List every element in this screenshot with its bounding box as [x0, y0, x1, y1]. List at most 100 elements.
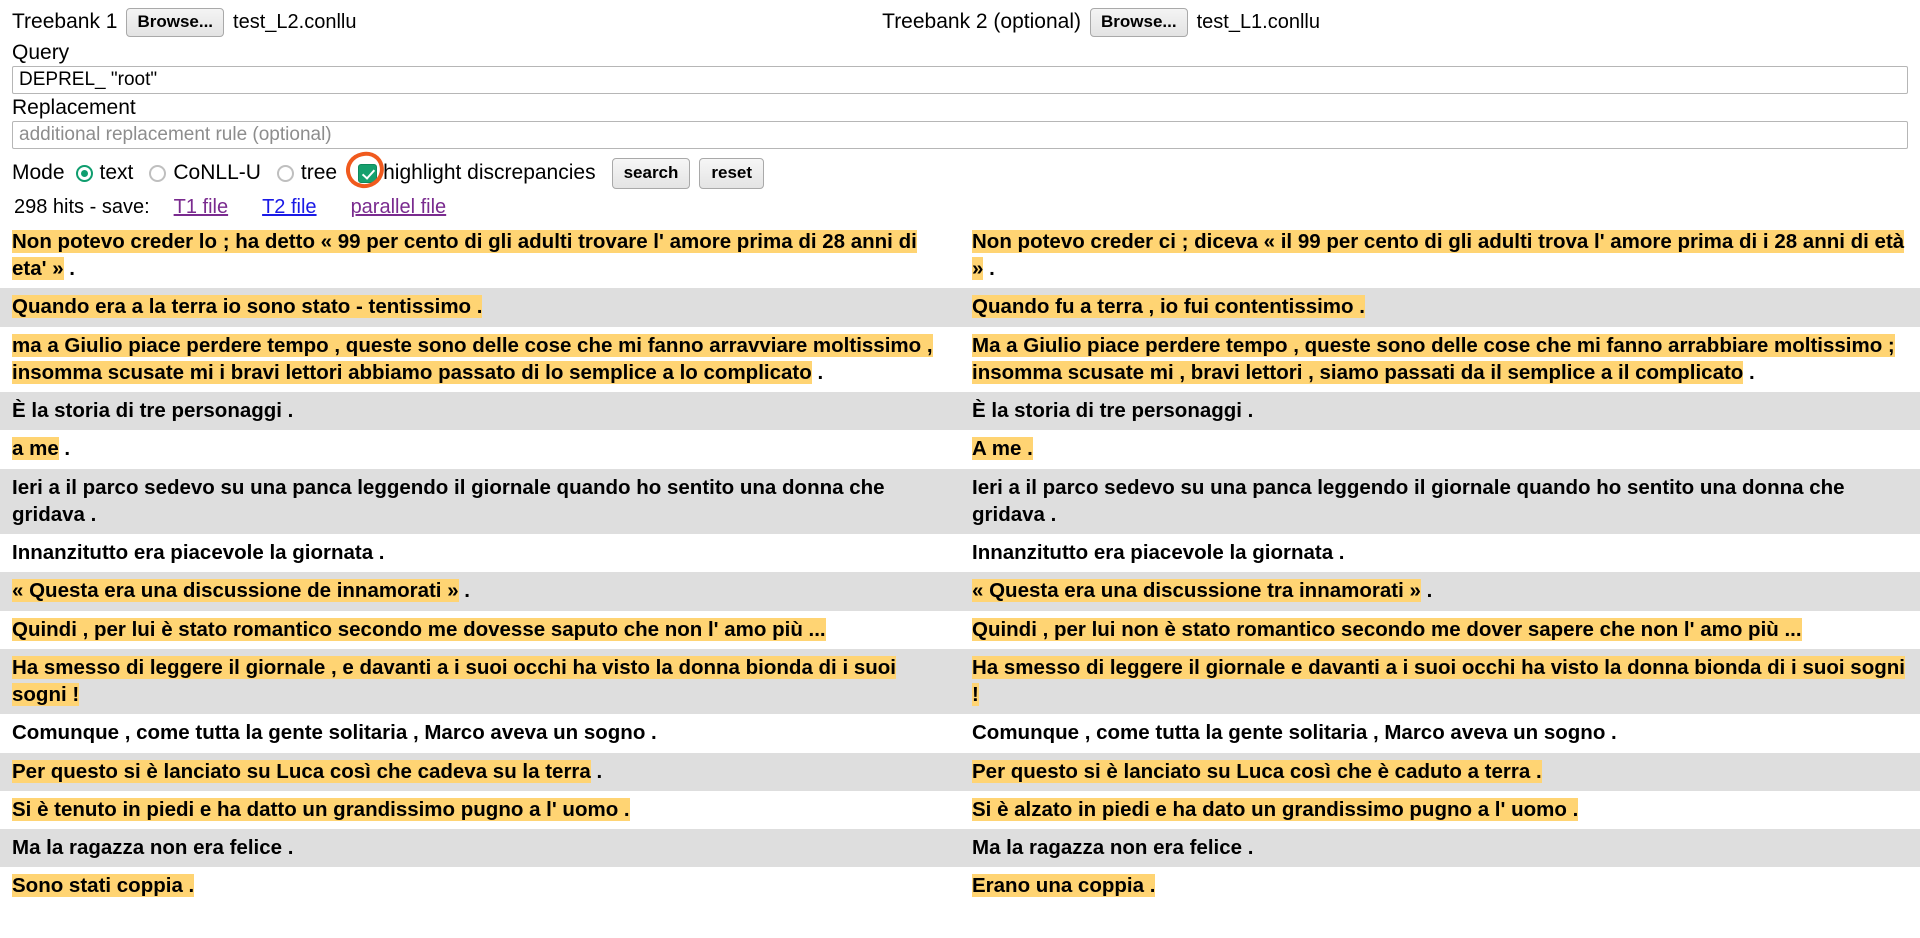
treebank2-sentence-cell: Innanzitutto era piacevole la giornata .: [960, 534, 1920, 572]
mode-option-tree-label: tree: [300, 161, 338, 185]
sentence-text: Comunque , come tutta la gente solitaria…: [12, 721, 657, 745]
sentence-text: Innanzitutto era piacevole la giornata .: [972, 541, 1345, 565]
mode-option-conllu[interactable]: CoNLL-U: [149, 161, 261, 185]
discrepancy-highlight: Ha smesso di leggere il giornale , e dav…: [12, 655, 896, 707]
discrepancy-highlight: ma a Giulio piace perdere tempo , queste…: [12, 333, 933, 384]
mode-option-conllu-label: CoNLL-U: [173, 161, 261, 185]
sentence-text: .: [811, 360, 824, 384]
sentence-text: .: [1743, 360, 1755, 384]
treebank1-sentence-cell: « Questa era una discussione de innamora…: [0, 572, 960, 610]
table-row: Quindi , per lui è stato romantico secon…: [0, 610, 1920, 649]
treebank1-sentence-cell: Ma la ragazza non era felice .: [0, 829, 960, 867]
treebank1-sentence-cell: Per questo si è lanciato su Luca così ch…: [0, 753, 960, 791]
table-row: Non potevo creder lo ; ha detto « 99 per…: [0, 222, 1920, 289]
mode-row: Mode text CoNLL-U tree highlight discrep…: [0, 148, 1920, 193]
treebank2-sentence-cell: Quindi , per lui non è stato romantico s…: [960, 611, 1920, 649]
discrepancy-highlight: Non potevo creder lo ; ha detto « 99 per…: [12, 229, 917, 281]
highlight-discrepancies-label: highlight discrepancies: [383, 161, 596, 185]
sentence-text: .: [458, 579, 471, 603]
sentence-text: .: [590, 759, 603, 783]
table-row: Sono stati coppia . Erano una coppia .: [0, 867, 1920, 906]
treebank1-sentence-cell: Ieri a il parco sedevo su una panca legg…: [0, 469, 960, 535]
save-link-parallel-file[interactable]: parallel file: [351, 196, 447, 219]
treebank2-sentence-cell: Comunque , come tutta la gente solitaria…: [960, 714, 1920, 752]
save-link-t2-file[interactable]: T2 file: [262, 196, 316, 219]
reset-button[interactable]: reset: [699, 157, 765, 189]
highlight-discrepancies-toggle[interactable]: highlight discrepancies: [342, 148, 596, 192]
radio-icon-tree[interactable]: [276, 164, 294, 182]
app-root: Treebank 1 Browse... test_L2.conllu Tree…: [0, 0, 1920, 938]
sentence-text: Ma la ragazza non era felice .: [972, 836, 1254, 860]
table-row: ma a Giulio piace perdere tempo , queste…: [0, 326, 1920, 393]
treebank2-sentence-cell: Ma la ragazza non era felice .: [960, 829, 1920, 867]
discrepancy-highlight: « Questa era una discussione de innamora…: [12, 579, 459, 603]
treebank2-sentence-cell: Ha smesso di leggere il giornale e davan…: [960, 649, 1920, 715]
table-row: a me . A me .: [0, 430, 1920, 469]
treebank2-sentence-cell: Ieri a il parco sedevo su una panca legg…: [960, 469, 1920, 535]
treebank-file-row: Treebank 1 Browse... test_L2.conllu Tree…: [0, 0, 1920, 39]
treebank2-sentence-cell: « Questa era una discussione tra innamor…: [960, 572, 1920, 610]
treebank1-sentence-cell: Si è tenuto in piedi e ha datto un grand…: [0, 791, 960, 829]
discrepancy-highlight: A me .: [972, 437, 1033, 461]
sentence-text: È la storia di tre personaggi .: [972, 399, 1254, 423]
replacement-input[interactable]: [12, 120, 1908, 149]
treebank2-sentence-cell: Erano una coppia .: [960, 867, 1920, 905]
discrepancy-highlight: Sono stati coppia .: [12, 874, 195, 898]
hits-count-text: 298 hits - save:: [14, 195, 150, 218]
replacement-label: Replacement: [12, 95, 136, 119]
sentence-text: Comunque , come tutta la gente solitaria…: [972, 721, 1617, 745]
table-row: Ieri a il parco sedevo su una panca legg…: [0, 468, 1920, 535]
table-row: Per questo si è lanciato su Luca così ch…: [0, 752, 1920, 791]
discrepancy-highlight: Quindi , per lui non è stato romantico s…: [972, 617, 1802, 641]
treebank2-group: Treebank 2 (optional) Browse... test_L1.…: [882, 8, 1320, 37]
results-table: Non potevo creder lo ; ha detto « 99 per…: [0, 222, 1920, 906]
treebank2-browse-button[interactable]: Browse...: [1089, 8, 1188, 37]
treebank2-sentence-cell: Ma a Giulio piace perdere tempo , queste…: [960, 327, 1920, 393]
save-link-t1-file[interactable]: T1 file: [174, 196, 228, 219]
treebank1-sentence-cell: Innanzitutto era piacevole la giornata .: [0, 534, 960, 572]
table-row: È la storia di tre personaggi . È la stor…: [0, 392, 1920, 431]
treebank1-sentence-cell: Ha smesso di leggere il giornale , e dav…: [0, 649, 960, 715]
table-row: Ha smesso di leggere il giornale , e dav…: [0, 648, 1920, 715]
sentence-text: .: [58, 437, 71, 461]
sentence-text: .: [63, 257, 76, 281]
hits-row: 298 hits - save: T1 file T2 file paralle…: [0, 193, 1920, 223]
discrepancy-highlight: Ma a Giulio piace perdere tempo , queste…: [972, 333, 1895, 384]
treebank2-filename: test_L1.conllu: [1196, 10, 1320, 33]
treebank2-sentence-cell: Si è alzato in piedi e ha dato un grandi…: [960, 791, 1920, 829]
treebank2-label: Treebank 2 (optional): [882, 10, 1081, 34]
radio-icon-text[interactable]: [75, 164, 93, 182]
radio-icon-conllu[interactable]: [149, 164, 167, 182]
table-row: « Questa era una discussione de innamora…: [0, 572, 1920, 611]
discrepancy-highlight: Quando era a la terra io sono stato - te…: [12, 295, 483, 319]
table-row: Quando era a la terra io sono stato - te…: [0, 288, 1920, 327]
discrepancy-highlight: Si è alzato in piedi e ha dato un grandi…: [972, 797, 1579, 821]
discrepancy-highlight: Per questo si è lanciato su Luca così ch…: [12, 759, 591, 783]
discrepancy-highlight: Quando fu a terra , io fui contentissimo…: [972, 295, 1365, 319]
treebank1-sentence-cell: Sono stati coppia .: [0, 867, 960, 905]
mode-label: Mode: [12, 161, 65, 185]
treebank1-sentence-cell: a me .: [0, 430, 960, 468]
treebank1-label: Treebank 1: [12, 10, 118, 34]
treebank1-browse-button[interactable]: Browse...: [126, 8, 225, 37]
sentence-text: Innanzitutto era piacevole la giornata .: [12, 541, 385, 565]
query-input[interactable]: [12, 65, 1908, 94]
treebank2-sentence-cell: A me .: [960, 430, 1920, 468]
discrepancy-highlight: a me: [12, 437, 59, 461]
table-row: Ma la ragazza non era felice . Ma la raga…: [0, 829, 1920, 868]
discrepancy-highlight: Per questo si è lanciato su Luca così ch…: [972, 759, 1542, 783]
treebank1-sentence-cell: ma a Giulio piace perdere tempo , queste…: [0, 327, 960, 393]
treebank1-sentence-cell: Quando era a la terra io sono stato - te…: [0, 288, 960, 326]
discrepancy-highlight: Ha smesso di leggere il giornale e davan…: [972, 655, 1905, 707]
sentence-text: È la storia di tre personaggi .: [12, 399, 294, 423]
mode-option-tree[interactable]: tree: [276, 161, 338, 185]
sentence-text: Ieri a il parco sedevo su una panca legg…: [972, 475, 1845, 526]
table-row: Innanzitutto era piacevole la giornata .…: [0, 534, 1920, 573]
table-row: Si è tenuto in piedi e ha datto un grand…: [0, 790, 1920, 830]
treebank2-sentence-cell: Non potevo creder ci ; diceva « il 99 pe…: [960, 223, 1920, 289]
discrepancy-highlight: Si è tenuto in piedi e ha datto un grand…: [12, 797, 630, 821]
mode-option-text[interactable]: text: [75, 161, 133, 185]
table-row: Comunque , come tutta la gente solitaria…: [0, 714, 1920, 753]
search-button[interactable]: search: [611, 157, 691, 189]
checkbox-checked-icon[interactable]: [358, 163, 378, 183]
